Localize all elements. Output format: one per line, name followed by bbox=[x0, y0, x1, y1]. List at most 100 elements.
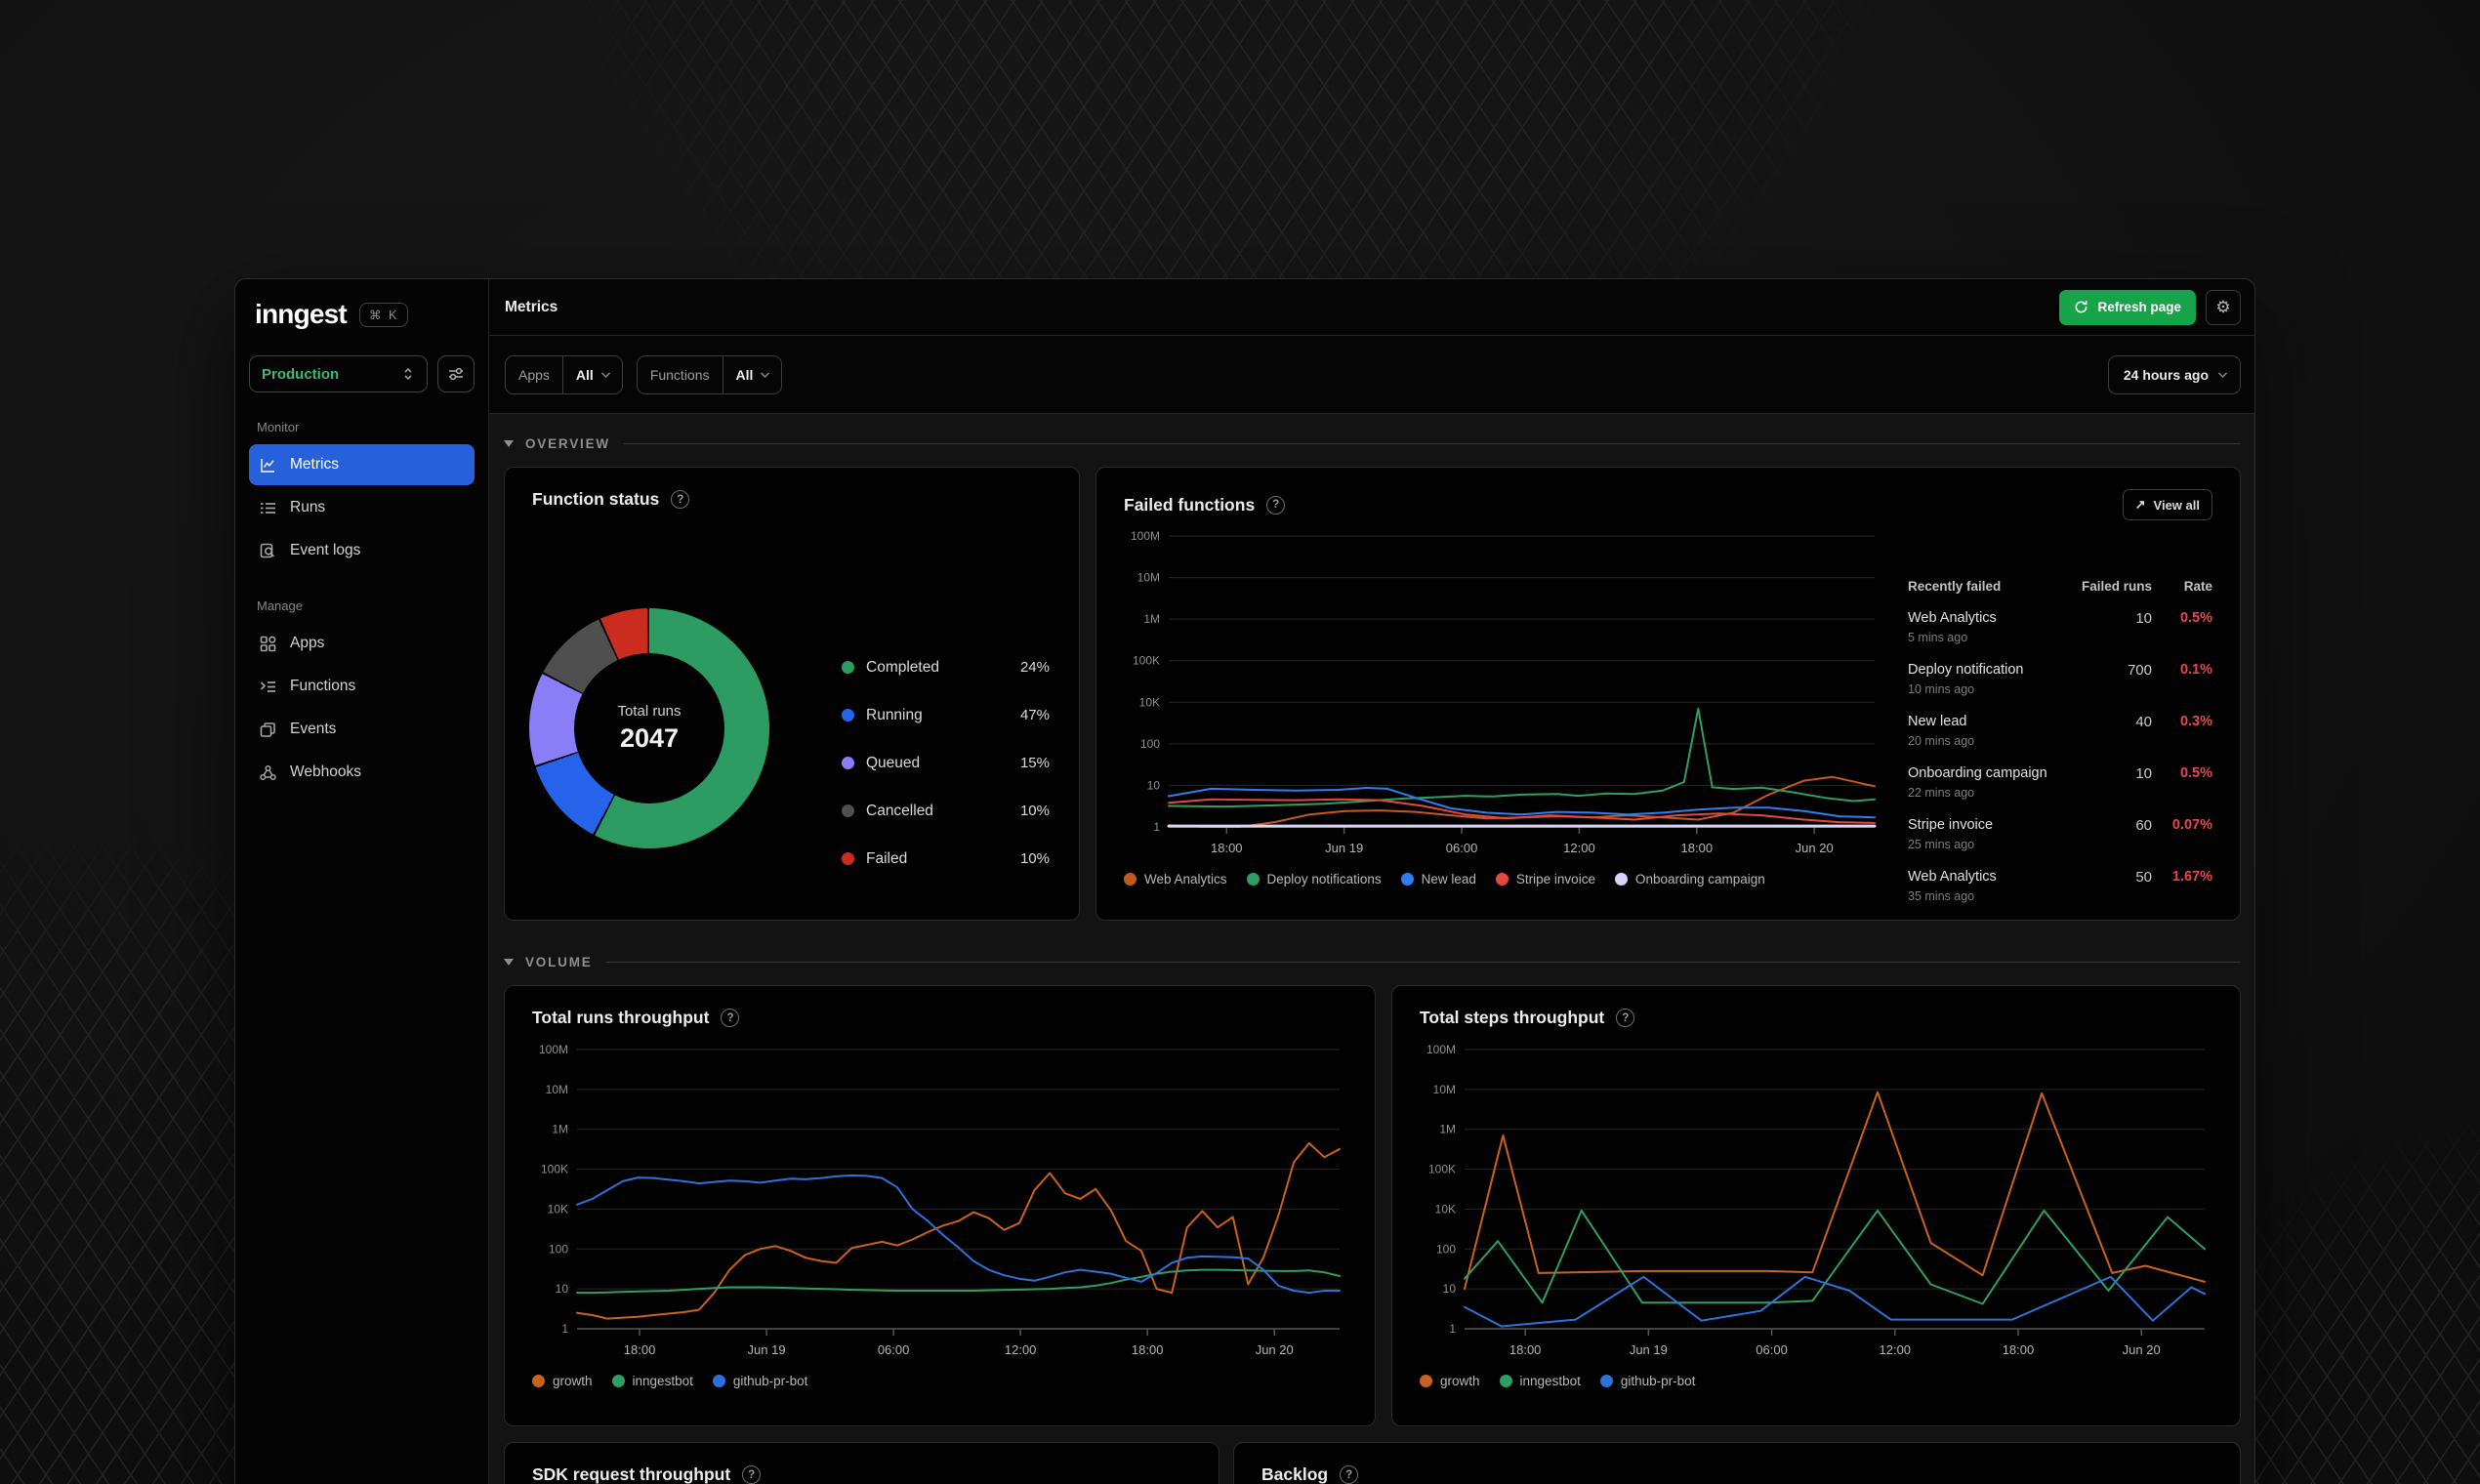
failed-time: 5 mins ago bbox=[1908, 631, 1968, 644]
line-chart-icon bbox=[259, 456, 277, 474]
failure-rate: 0.5% bbox=[2179, 610, 2212, 626]
legend-dot bbox=[1614, 873, 1628, 886]
legend-dot bbox=[1499, 1375, 1512, 1387]
help-icon[interactable]: ? bbox=[671, 490, 690, 509]
svg-text:06:00: 06:00 bbox=[1446, 841, 1478, 855]
svg-text:Jun 20: Jun 20 bbox=[2123, 1342, 2161, 1357]
sidebar-item-event-logs[interactable]: Event logs bbox=[249, 530, 475, 571]
function-status-title: Function status bbox=[532, 489, 660, 509]
document-search-icon bbox=[259, 542, 277, 560]
failed-time: 20 mins ago bbox=[1908, 734, 1975, 748]
events-windows-icon bbox=[259, 721, 277, 739]
svg-text:Jun 20: Jun 20 bbox=[1256, 1342, 1294, 1357]
inngest-logo: inngest bbox=[255, 299, 348, 329]
command-k-shortcut-badge[interactable]: ⌘ K bbox=[358, 302, 409, 327]
filter-bar: Apps All Functions All 24 hours ago bbox=[489, 336, 2254, 414]
sidebar-section-manage: Manage bbox=[257, 598, 303, 613]
function-status-legend: Completed 24% Running 47% Queued 15% Can… bbox=[842, 643, 1050, 883]
legend-item: Web Analytics bbox=[1124, 872, 1227, 886]
sidebar-item-apps[interactable]: Apps bbox=[249, 623, 475, 664]
svg-text:100K: 100K bbox=[541, 1163, 568, 1176]
total-steps-throughput-panel: Total steps throughput ? 1 10 100 10K 100K 1M… bbox=[1391, 985, 2241, 1426]
failure-rate: 1.67% bbox=[2171, 869, 2212, 885]
table-row[interactable]: Stripe invoice 25 mins ago 60 0.07% bbox=[1908, 816, 2212, 851]
column-header: Recently failed bbox=[1908, 579, 2002, 594]
svg-text:10K: 10K bbox=[548, 1202, 568, 1216]
desktop-background: inngest ⌘ K Production Monitor Metrics R… bbox=[0, 0, 2480, 1484]
legend-item-cancelled: Cancelled 10% bbox=[842, 787, 1050, 835]
sidebar-item-label: Event logs bbox=[290, 542, 361, 558]
volume-section-label: VOLUME bbox=[525, 954, 593, 969]
failed-runs: 700 bbox=[2127, 662, 2152, 679]
legend-item: github-pr-bot bbox=[712, 1374, 808, 1388]
legend-label: Stripe invoice bbox=[1515, 872, 1595, 886]
legend-label: Deploy notifications bbox=[1266, 872, 1382, 886]
svg-text:100M: 100M bbox=[539, 1043, 568, 1056]
help-icon[interactable]: ? bbox=[1266, 495, 1286, 515]
svg-text:1: 1 bbox=[1449, 1322, 1456, 1336]
view-all-button[interactable]: ↗ View all bbox=[2122, 489, 2212, 520]
refresh-page-label: Refresh page bbox=[2097, 300, 2181, 314]
legend-dot bbox=[842, 852, 854, 865]
sidebar-item-label: Apps bbox=[290, 635, 325, 651]
legend-label: Cancelled bbox=[866, 802, 933, 819]
svg-text:1: 1 bbox=[1153, 820, 1160, 834]
sidebar-item-metrics[interactable]: Metrics bbox=[249, 444, 475, 485]
failure-rate: 0.3% bbox=[2179, 714, 2212, 729]
legend-item: New lead bbox=[1400, 872, 1476, 886]
function-name: New lead bbox=[1908, 714, 1967, 729]
apps-filter-value: All bbox=[575, 366, 594, 383]
svg-text:10: 10 bbox=[556, 1282, 569, 1296]
sidebar-item-events[interactable]: Events bbox=[249, 709, 475, 750]
volume-section-header[interactable]: VOLUME bbox=[504, 952, 2241, 971]
apps-filter-label: Apps bbox=[518, 366, 550, 383]
overview-section-header[interactable]: OVERVIEW bbox=[504, 433, 2241, 453]
help-icon[interactable]: ? bbox=[742, 1465, 762, 1484]
legend-dot bbox=[842, 661, 854, 674]
failed-runs: 10 bbox=[2135, 610, 2152, 627]
table-row[interactable]: Web Analytics 35 mins ago 50 1.67% bbox=[1908, 868, 2212, 903]
sidebar-item-functions[interactable]: Functions bbox=[249, 666, 475, 707]
total-runs-throughput-panel: Total runs throughput ? 1 10 100 10K 100K 1M 1… bbox=[504, 985, 1376, 1426]
environment-selector[interactable]: Production bbox=[249, 355, 428, 392]
column-header: Failed runs bbox=[2081, 579, 2152, 594]
failed-time: 35 mins ago bbox=[1908, 889, 1975, 903]
environment-filter-button[interactable] bbox=[437, 355, 475, 392]
sidebar-item-runs[interactable]: Runs bbox=[249, 487, 475, 528]
legend-label: Running bbox=[866, 706, 923, 723]
help-icon[interactable]: ? bbox=[1616, 1009, 1635, 1027]
help-icon[interactable]: ? bbox=[721, 1009, 740, 1027]
apps-filter[interactable]: Apps All bbox=[505, 354, 623, 394]
gear-icon: ⚙ bbox=[2215, 297, 2231, 316]
table-row[interactable]: Deploy notification 10 mins ago 700 0.1% bbox=[1908, 661, 2212, 696]
legend-item-failed: Failed 10% bbox=[842, 835, 1050, 883]
svg-text:18:00: 18:00 bbox=[1211, 841, 1243, 855]
functions-filter[interactable]: Functions All bbox=[636, 354, 783, 394]
table-row[interactable]: Web Analytics 5 mins ago 10 0.5% bbox=[1908, 609, 2212, 644]
svg-text:10K: 10K bbox=[1139, 695, 1160, 709]
chevron-down-icon bbox=[600, 371, 622, 379]
total-steps-legend: growth inngestbot github-pr-bot bbox=[1420, 1374, 2212, 1388]
table-row[interactable]: New lead 20 mins ago 40 0.3% bbox=[1908, 713, 2212, 748]
svg-text:1M: 1M bbox=[552, 1123, 568, 1136]
page-header: Metrics Refresh page ⚙ bbox=[489, 279, 2254, 336]
legend-value: 24% bbox=[1019, 659, 1050, 676]
total-runs-legend: growth inngestbot github-pr-bot bbox=[532, 1374, 1347, 1388]
settings-button[interactable]: ⚙ bbox=[2206, 289, 2241, 325]
refresh-icon bbox=[2076, 300, 2087, 313]
table-row[interactable]: Onboarding campaign 22 mins ago 10 0.5% bbox=[1908, 764, 2212, 800]
refresh-page-button[interactable]: Refresh page bbox=[2059, 289, 2196, 325]
legend-label: github-pr-bot bbox=[732, 1374, 808, 1388]
help-icon[interactable]: ? bbox=[1340, 1465, 1359, 1484]
svg-text:18:00: 18:00 bbox=[1681, 841, 1714, 855]
svg-text:12:00: 12:00 bbox=[1563, 841, 1595, 855]
function-status-donut: Total runs 2047 bbox=[529, 608, 769, 848]
main-area: Metrics Refresh page ⚙ Apps All Function… bbox=[489, 279, 2254, 1484]
sidebar-item-webhooks[interactable]: Webhooks bbox=[249, 752, 475, 793]
svg-text:06:00: 06:00 bbox=[878, 1342, 910, 1357]
failed-time: 25 mins ago bbox=[1908, 838, 1975, 851]
legend-dot bbox=[532, 1375, 545, 1387]
overview-section-label: OVERVIEW bbox=[525, 435, 610, 451]
time-range-selector[interactable]: 24 hours ago bbox=[2107, 354, 2241, 394]
legend-item: growth bbox=[1420, 1374, 1480, 1388]
